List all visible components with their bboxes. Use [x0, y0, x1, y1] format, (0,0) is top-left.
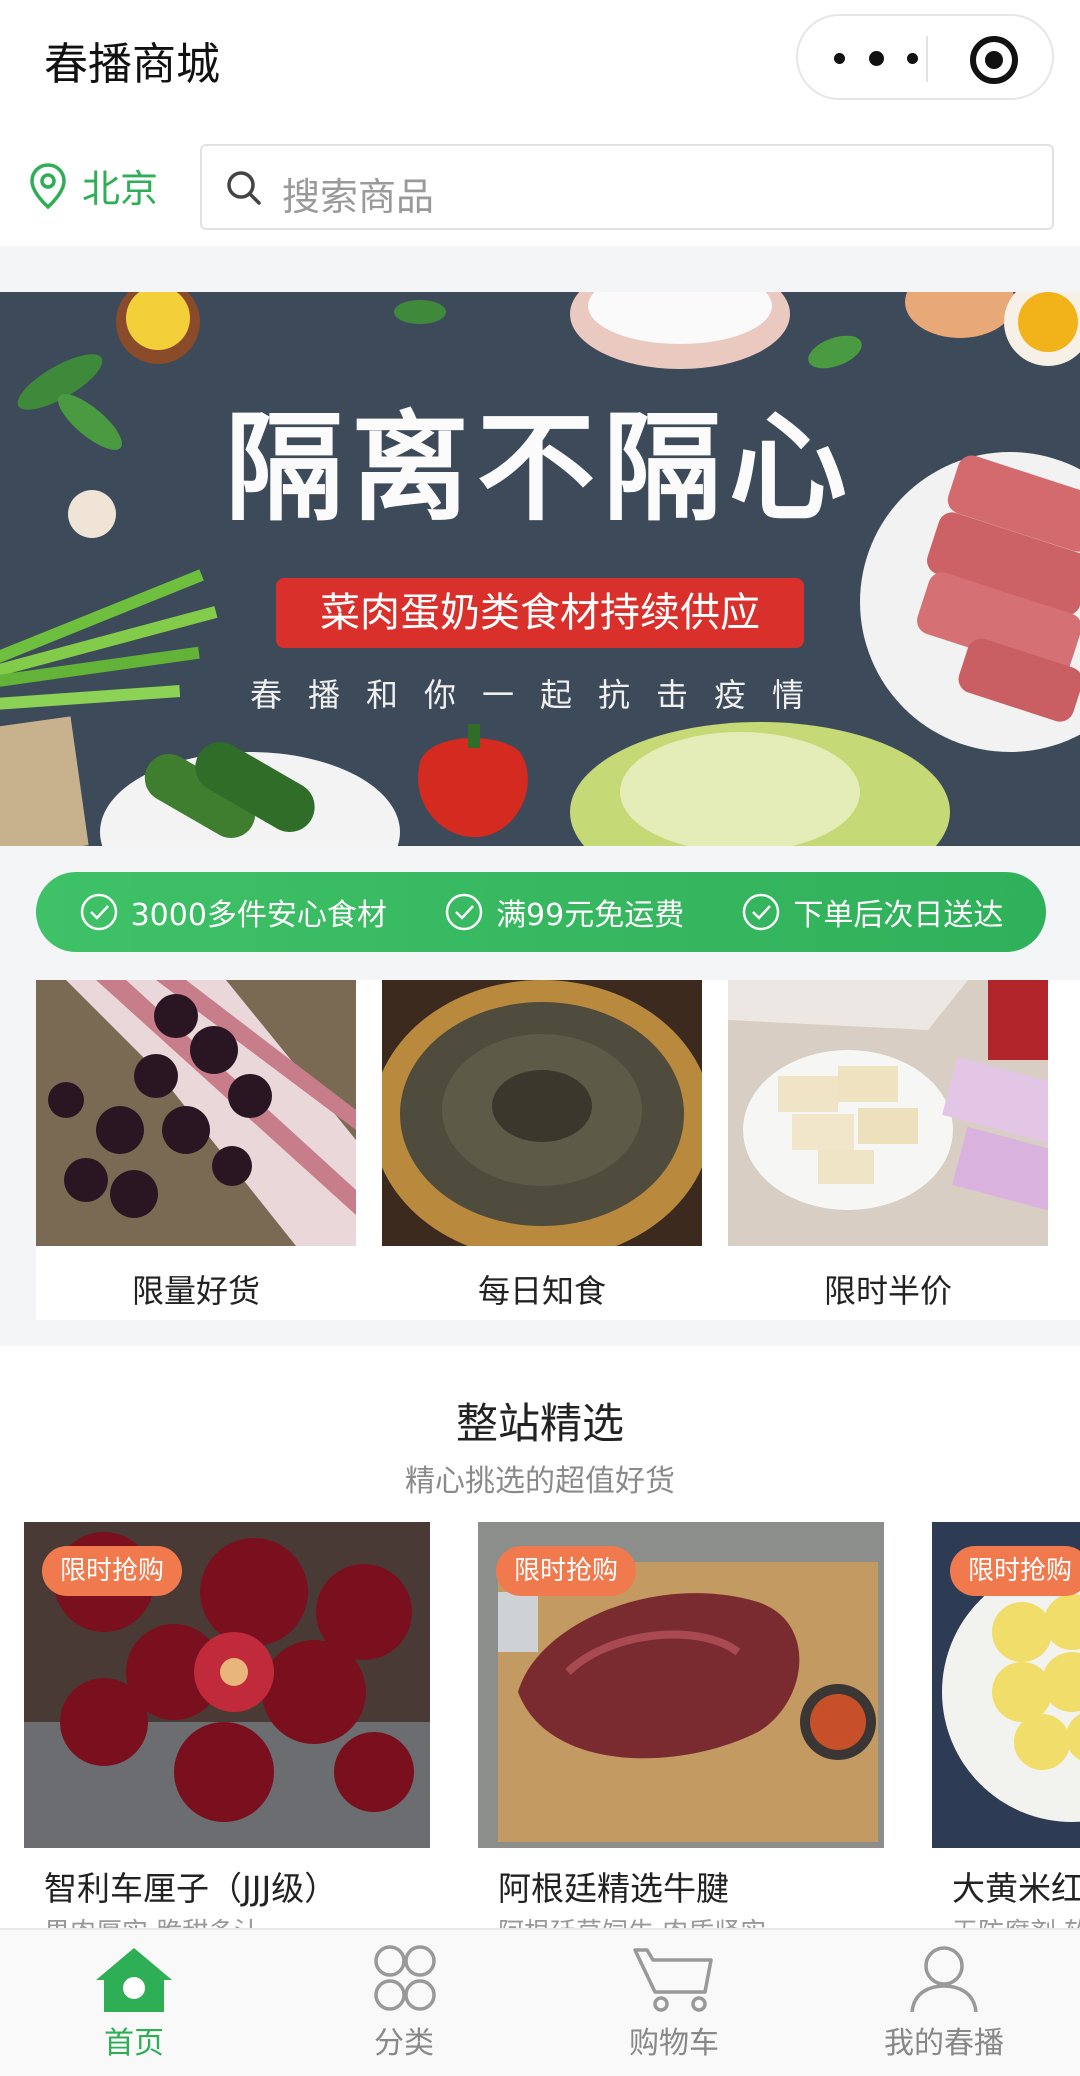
tab-label: 购物车: [629, 2026, 719, 2061]
search-input[interactable]: 搜索商品: [200, 144, 1054, 230]
product-card[interactable]: 限时抢购 大黄米红 无防腐剂 软: [932, 1522, 1080, 1928]
product-desc: 无防腐剂 软: [952, 1912, 1080, 1928]
close-icon[interactable]: [970, 36, 1018, 84]
flash-sale-badge: 限时抢购: [496, 1546, 637, 1596]
check-circle-icon: [743, 893, 780, 931]
sunflower-image: [382, 980, 702, 1246]
check-circle-icon: [80, 893, 117, 931]
flash-sale-badge: 限时抢购: [42, 1546, 183, 1596]
user-icon: [910, 1946, 978, 2013]
tab-cart[interactable]: 购物车: [574, 1944, 774, 2068]
category-label: 限量好货: [131, 1272, 260, 1310]
tab-category[interactable]: 分类: [304, 1944, 504, 2068]
product-name: 阿根廷精选牛腱: [498, 1869, 729, 1908]
promo-banner[interactable]: 隔离不隔心 菜肉蛋奶类食材持续供应 春播和你一起抗击疫情: [0, 292, 1080, 846]
category-tile-limited[interactable]: 限量好货: [36, 980, 356, 1320]
category-tile-halfprice[interactable]: 限时半价: [728, 980, 1048, 1320]
cart-icon: [633, 1948, 713, 2012]
snack-bars-image: [728, 980, 1048, 1246]
service-promise-bar: 3000多件安心食材 满99元免运费 下单后次日送达: [36, 872, 1046, 952]
section-subtitle: 精心挑选的超值好货: [405, 1464, 675, 1499]
flash-sale-badge: 限时抢购: [950, 1546, 1080, 1596]
promise-text: 3000多件安心食材: [130, 898, 387, 933]
tab-home[interactable]: 首页: [34, 1944, 234, 2068]
location-search-bar: 北京 搜索商品: [0, 118, 1080, 246]
tab-label: 首页: [104, 2026, 164, 2061]
product-carousel[interactable]: 限时抢购 智利车厘子（JJJ级） 果肉厚实 脆甜多汁 限时抢购 阿根廷精选牛腱 …: [0, 1522, 1080, 1928]
category-tiles: 限量好货 每日知食 限时半价: [36, 980, 1080, 1320]
category-grid-icon: [374, 1945, 436, 2011]
top-bar: 春播商城: [0, 0, 1080, 118]
promise-text: 下单后次日送达: [793, 898, 1004, 933]
banner-title: 隔离不隔心: [224, 398, 855, 537]
app-title: 春播商城: [44, 39, 220, 90]
product-name: 智利车厘子（JJJ级）: [44, 1869, 338, 1908]
banner-subtitle: 春播和你一起抗击疫情: [249, 676, 830, 714]
product-card[interactable]: 限时抢购 阿根廷精选牛腱 阿根廷草饲牛 肉质紧实: [478, 1522, 884, 1928]
featured-section: 整站精选 精心挑选的超值好货 限时抢购 智利车厘子（JJJ级） 果肉厚实 脆甜多…: [0, 1346, 1080, 1928]
location-selector[interactable]: 北京: [28, 158, 158, 213]
tab-label: 分类: [374, 2026, 434, 2061]
product-desc: 阿根廷草饲牛 肉质紧实: [498, 1912, 766, 1928]
mini-program-capsule: [796, 14, 1054, 100]
product-desc: 果肉厚实 脆甜多汁: [44, 1912, 260, 1928]
bottom-tab-bar: 首页 分类 购物车 我的春播: [0, 1928, 1080, 2076]
category-tile-daily[interactable]: 每日知食: [382, 980, 702, 1320]
cherries-image: [36, 980, 356, 1246]
capsule-divider: [926, 36, 928, 82]
location-city: 北京: [82, 167, 159, 211]
promise-item: 满99元免运费: [444, 890, 684, 934]
location-pin-icon: [30, 162, 66, 209]
product-card[interactable]: 限时抢购 智利车厘子（JJJ级） 果肉厚实 脆甜多汁: [24, 1522, 430, 1928]
category-label: 每日知食: [477, 1272, 606, 1310]
tab-label: 我的春播: [884, 2026, 1004, 2061]
category-label: 限时半价: [823, 1272, 952, 1310]
tab-profile[interactable]: 我的春播: [844, 1944, 1044, 2068]
promise-item: 下单后次日送达: [741, 890, 1003, 934]
promise-item: 3000多件安心食材: [79, 890, 387, 934]
product-name: 大黄米红: [952, 1869, 1080, 1908]
search-placeholder: 搜索商品: [282, 175, 435, 219]
check-circle-icon: [445, 893, 483, 931]
section-title: 整站精选: [455, 1399, 624, 1448]
promise-text: 满99元免运费: [496, 898, 685, 933]
search-icon: [227, 171, 261, 205]
more-icon[interactable]: [834, 44, 918, 72]
home-icon: [96, 1948, 172, 2012]
banner-highlight: 菜肉蛋奶类食材持续供应: [276, 578, 804, 648]
